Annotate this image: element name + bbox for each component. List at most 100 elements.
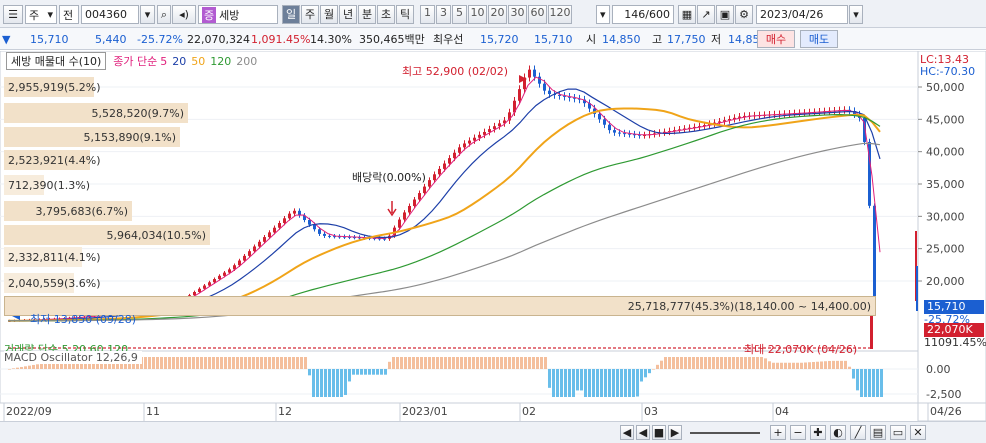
buy-button[interactable]: 매수 — [757, 30, 795, 48]
volume-bar — [318, 347, 321, 349]
prev-icon[interactable]: ◀ — [636, 425, 650, 440]
macd-bar — [616, 369, 619, 397]
ma-period[interactable]: 5 — [160, 55, 167, 68]
period-select[interactable]: 주 ▾ — [25, 5, 57, 24]
stock-name-field[interactable]: 증 세방 — [198, 5, 278, 24]
volume-bar — [223, 347, 226, 349]
volume-bar — [658, 347, 661, 349]
price-chart[interactable]: 50,000 45,000 40,000 35,000 30,000 25,000 20,0… — [0, 51, 986, 443]
volume-bar — [178, 347, 181, 349]
volume-bar — [478, 347, 481, 349]
save-icon[interactable]: ▣ — [716, 5, 734, 24]
count-button[interactable]: 3 — [436, 5, 451, 24]
volume-bar — [128, 347, 131, 349]
volume-bar — [518, 347, 521, 349]
macd-bar — [776, 362, 779, 369]
y-tick-label: 20,000 — [926, 275, 965, 288]
volume-bar — [323, 347, 326, 349]
macd-bar — [268, 357, 271, 369]
volume-profile-title[interactable]: 세방 매물대 수(10) — [6, 52, 107, 70]
macd-bar — [300, 357, 303, 369]
ma-period[interactable]: 200 — [236, 55, 257, 68]
interval-tab[interactable]: 년 — [339, 5, 357, 24]
macd-bar — [784, 362, 787, 369]
volume-bar — [863, 347, 866, 349]
volume-profile-bar: 2,040,559(3.6%) — [4, 273, 101, 293]
interval-tab[interactable]: 일 — [282, 5, 300, 24]
zoom-in-icon[interactable]: + — [770, 425, 786, 440]
count-button[interactable]: 30 — [508, 5, 527, 24]
ma-period[interactable]: 50 — [191, 55, 205, 68]
grid-icon[interactable]: ▦ — [678, 5, 696, 24]
interval-tab[interactable]: 틱 — [396, 5, 414, 24]
interval-tab[interactable]: 분 — [358, 5, 376, 24]
interval-tab[interactable]: 초 — [377, 5, 395, 24]
macd-bar — [364, 369, 367, 375]
ma-period[interactable]: 20 — [172, 55, 186, 68]
macd-bar — [252, 357, 255, 369]
macd-bar — [612, 369, 615, 397]
macd-bar — [720, 357, 723, 369]
zoom-slider[interactable] — [690, 432, 760, 434]
draw-line-icon[interactable]: ╱ — [850, 425, 866, 440]
ma-period[interactable]: 120 — [210, 55, 231, 68]
macd-bar — [856, 369, 859, 391]
macd-bar — [204, 357, 207, 369]
volume-bar — [613, 347, 616, 349]
macd-bar — [188, 357, 191, 369]
count-button[interactable]: 20 — [488, 5, 507, 24]
macd-bar — [156, 357, 159, 369]
macd-bar — [688, 357, 691, 369]
candle-body — [478, 134, 481, 138]
macd-bar — [728, 357, 731, 369]
interval-tab[interactable]: 주 — [301, 5, 319, 24]
magnet-icon[interactable]: ◐ — [830, 425, 846, 440]
chevron-down-icon[interactable]: ▾ — [596, 5, 610, 24]
macd-bar — [712, 357, 715, 369]
search-icon[interactable]: ⌕ — [157, 5, 171, 24]
volume-bar — [348, 347, 351, 349]
macd-bar — [860, 369, 863, 397]
first-icon[interactable]: ◀ — [620, 425, 634, 440]
speaker-icon[interactable]: ◂) — [172, 5, 196, 24]
screen-icon[interactable]: ▭ — [890, 425, 906, 440]
x-tick-label: 2022/09 — [6, 405, 52, 418]
macd-bar — [528, 357, 531, 369]
date-input[interactable]: 2023/04/26 — [756, 5, 848, 24]
calendar-icon[interactable]: ▾ — [849, 5, 863, 24]
macd-bar — [788, 362, 791, 369]
count-button[interactable]: 1 — [420, 5, 435, 24]
next-icon[interactable]: ▶ — [668, 425, 682, 440]
count-button[interactable]: 60 — [528, 5, 547, 24]
macd-bar — [816, 361, 819, 369]
close-icon[interactable]: ✕ — [910, 425, 926, 440]
candle-body — [453, 152, 456, 159]
sell-button[interactable]: 매도 — [800, 30, 838, 48]
volume-bar — [573, 347, 576, 349]
macd-bar — [56, 363, 59, 369]
macd-bar — [444, 357, 447, 369]
chart-icon[interactable]: ↗ — [697, 5, 715, 24]
volume-bar — [273, 347, 276, 349]
menu-icon[interactable]: ☰ — [3, 5, 23, 24]
zoom-out-icon[interactable]: − — [790, 425, 806, 440]
crosshair-icon[interactable]: ✚ — [810, 425, 826, 440]
table-icon[interactable]: ▤ — [870, 425, 886, 440]
code-type[interactable]: 전 — [59, 5, 79, 24]
chevron-down-icon[interactable]: ▾ — [140, 5, 155, 24]
stop-icon[interactable]: ■ — [652, 425, 666, 440]
count-button[interactable]: 120 — [548, 5, 572, 24]
count-button[interactable]: 5 — [452, 5, 467, 24]
macd-bar — [336, 369, 339, 397]
volume-bar — [728, 347, 731, 349]
count-button[interactable]: 10 — [468, 5, 487, 24]
chart-legend: 세방 매물대 수(10) 종가 단순 5 20 50 120 200 — [6, 52, 257, 70]
macd-bar — [64, 363, 67, 369]
macd-bar — [484, 357, 487, 369]
code-input[interactable]: 004360 — [81, 5, 139, 24]
gear-icon[interactable]: ⚙ — [735, 5, 753, 24]
candle-body — [253, 246, 256, 252]
open-label: 시 — [586, 33, 597, 46]
interval-tab[interactable]: 월 — [320, 5, 338, 24]
volume-bar — [643, 347, 646, 349]
